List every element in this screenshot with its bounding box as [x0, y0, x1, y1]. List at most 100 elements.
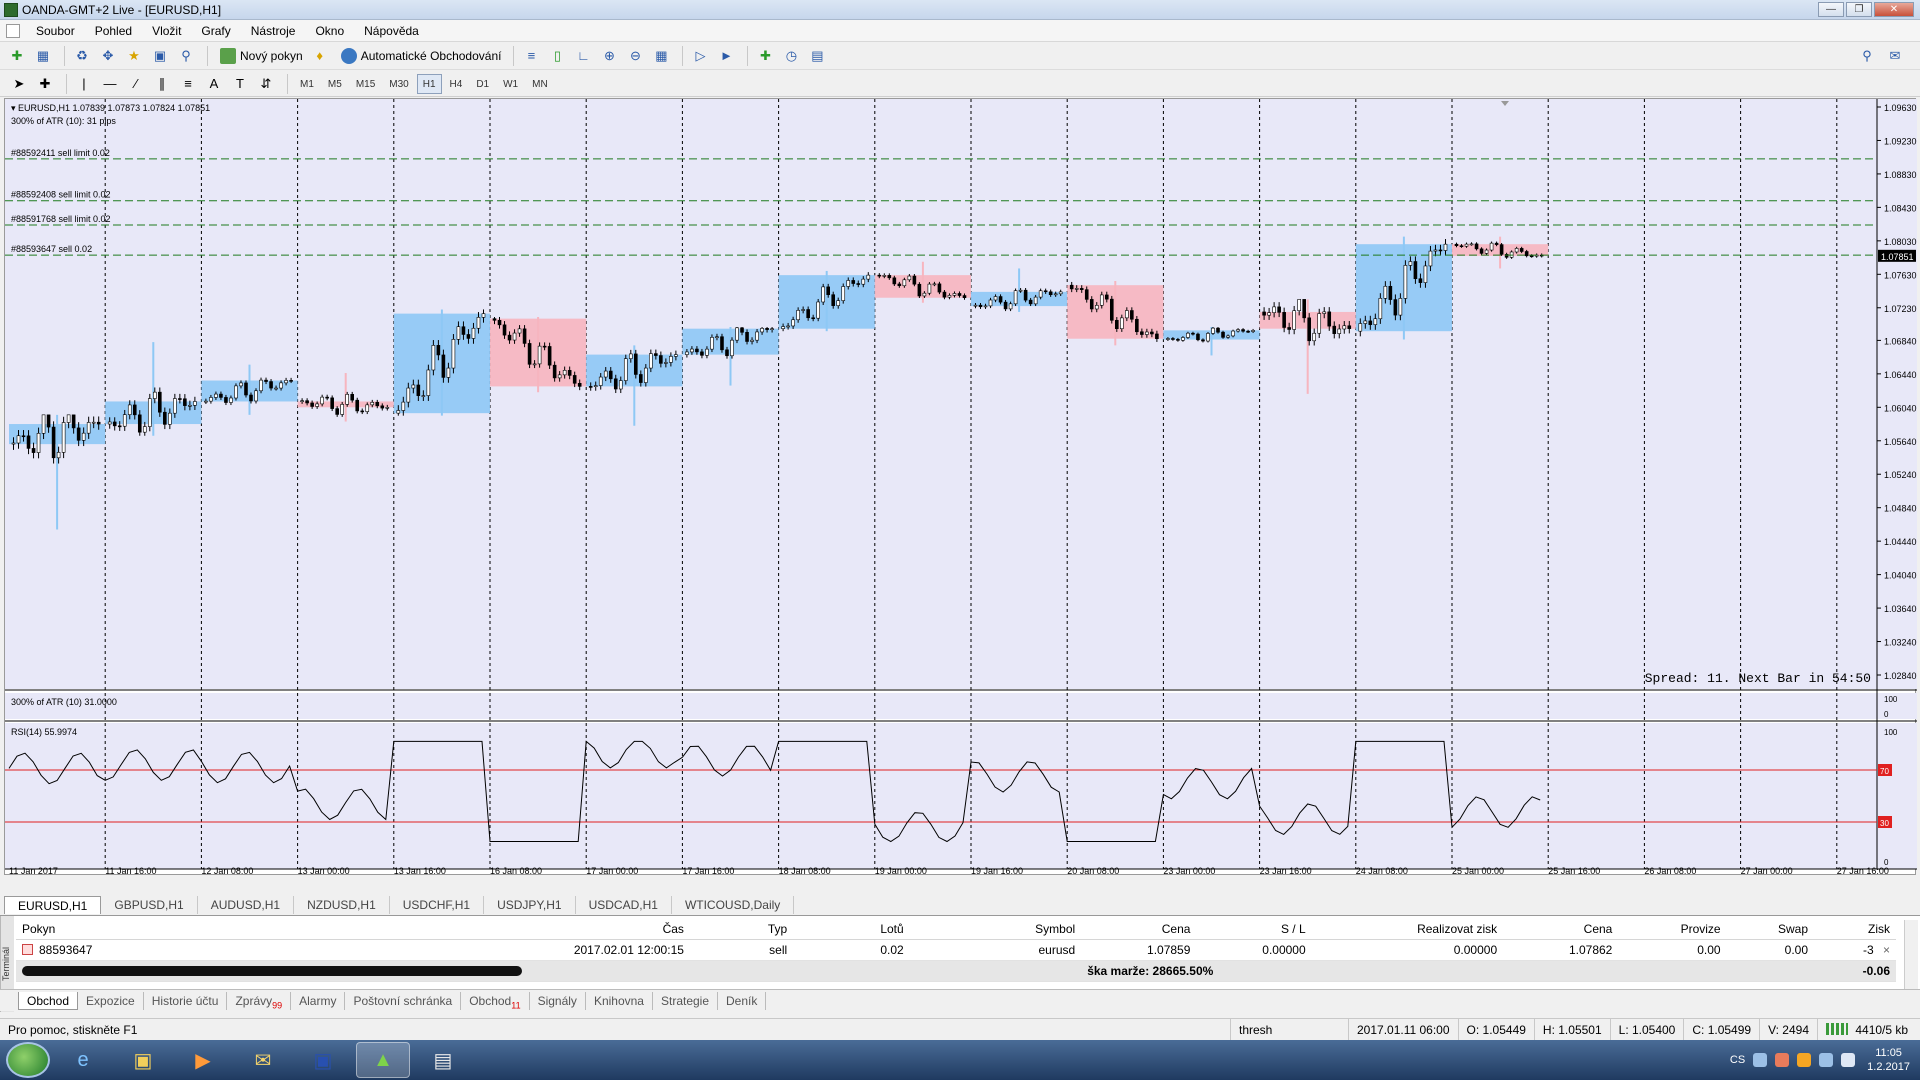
- search-icon[interactable]: ⚲: [1856, 45, 1878, 67]
- menu-grafy[interactable]: Grafy: [191, 24, 240, 38]
- timeframe-m30[interactable]: M30: [383, 74, 414, 94]
- auto-trading-button[interactable]: Automatické Obchodování: [335, 45, 508, 67]
- order-sl[interactable]: 0.00000: [1196, 939, 1312, 961]
- autoscroll-icon[interactable]: ▷: [689, 45, 711, 67]
- menu-vlozit[interactable]: Vložit: [142, 24, 191, 38]
- chart-tab-eurusd[interactable]: EURUSD,H1: [4, 896, 102, 914]
- column-header[interactable]: Zisk: [1814, 920, 1896, 940]
- indicators-icon[interactable]: ✚: [754, 45, 776, 67]
- menu-pohled[interactable]: Pohled: [85, 24, 142, 38]
- timeframe-d1[interactable]: D1: [470, 74, 495, 94]
- terminal-tab[interactable]: Zprávy99: [227, 991, 292, 1010]
- timeframe-w1[interactable]: W1: [497, 74, 524, 94]
- mail-icon[interactable]: ✉: [236, 1042, 290, 1078]
- column-header[interactable]: Swap: [1726, 920, 1815, 940]
- column-header[interactable]: Cena: [1503, 920, 1619, 940]
- start-button[interactable]: [6, 1042, 50, 1078]
- column-header[interactable]: Realizovat zisk: [1311, 920, 1504, 940]
- terminal-icon[interactable]: ▣: [149, 45, 171, 67]
- zoom-out-icon[interactable]: ⊖: [624, 45, 646, 67]
- menu-napoveda[interactable]: Nápověda: [354, 24, 429, 38]
- chat-icon[interactable]: ✉: [1884, 45, 1906, 67]
- cursor-icon[interactable]: ➤: [8, 73, 30, 95]
- minimize-button[interactable]: —: [1818, 2, 1844, 17]
- menu-nastroje[interactable]: Nástroje: [241, 24, 306, 38]
- text-label-icon[interactable]: T: [229, 73, 251, 95]
- timeframe-h1[interactable]: H1: [416, 73, 442, 94]
- document-app-icon[interactable]: ▤: [416, 1042, 470, 1078]
- save-app-icon[interactable]: ▣: [296, 1042, 350, 1078]
- close-order-icon[interactable]: ×: [1883, 943, 1890, 957]
- order-tp[interactable]: 0.00000: [1311, 939, 1504, 961]
- column-header[interactable]: Čas: [287, 920, 690, 940]
- metaeditor-icon[interactable]: ♦: [309, 45, 331, 67]
- navigator-icon[interactable]: ★: [123, 45, 145, 67]
- horizontal-line-icon[interactable]: —: [99, 73, 121, 95]
- media-player-icon[interactable]: ▶: [176, 1042, 230, 1078]
- timeframe-m5[interactable]: M5: [322, 74, 348, 94]
- language-indicator[interactable]: CS: [1730, 1054, 1745, 1066]
- display-icon[interactable]: [1819, 1053, 1834, 1067]
- action-center-icon[interactable]: [1775, 1053, 1790, 1067]
- crosshair-icon[interactable]: ✚: [34, 73, 56, 95]
- column-header[interactable]: Cena: [1081, 920, 1197, 940]
- chart-tab-usdjpy[interactable]: USDJPY,H1: [484, 896, 576, 914]
- terminal-tab[interactable]: Alarmy: [291, 991, 346, 1010]
- network-icon[interactable]: [1753, 1053, 1768, 1067]
- strategy-tester-icon[interactable]: ⚲: [175, 45, 197, 67]
- column-header[interactable]: Provize: [1618, 920, 1727, 940]
- arrows-icon[interactable]: ⇵: [255, 73, 277, 95]
- timeframe-m15[interactable]: M15: [350, 74, 381, 94]
- clock[interactable]: 11:05 1.2.2017: [1867, 1046, 1910, 1074]
- bar-chart-icon[interactable]: ≡: [520, 45, 542, 67]
- timeframe-m1[interactable]: M1: [294, 74, 320, 94]
- column-header[interactable]: Symbol: [909, 920, 1082, 940]
- zoom-in-icon[interactable]: ⊕: [598, 45, 620, 67]
- line-chart-icon[interactable]: ∟: [572, 45, 594, 67]
- column-header[interactable]: Typ: [689, 920, 794, 940]
- menu-soubor[interactable]: Soubor: [26, 24, 85, 38]
- antivirus-icon[interactable]: [1797, 1053, 1812, 1067]
- chart-window-icon[interactable]: [6, 23, 20, 38]
- chart-tab-gbpusd[interactable]: GBPUSD,H1: [101, 896, 198, 914]
- timeframe-mn[interactable]: MN: [526, 74, 554, 94]
- terminal-tab[interactable]: Obchod11: [461, 991, 530, 1010]
- column-header[interactable]: Lotů: [793, 920, 910, 940]
- file-explorer-icon[interactable]: ▣: [116, 1042, 170, 1078]
- data-window-icon[interactable]: ✥: [97, 45, 119, 67]
- templates-icon[interactable]: ▤: [806, 45, 828, 67]
- terminal-tab[interactable]: Signály: [530, 991, 586, 1010]
- chart-tab-nzdusd[interactable]: NZDUSD,H1: [294, 896, 390, 914]
- close-button[interactable]: ✕: [1874, 2, 1914, 17]
- market-watch-icon[interactable]: ♻: [71, 45, 93, 67]
- fibonacci-icon[interactable]: ≡: [177, 73, 199, 95]
- channel-icon[interactable]: ∥: [151, 73, 173, 95]
- price-chart[interactable]: 1.09630 1.09230 1.08830 1.08430 1.08030 1.076…: [5, 99, 1917, 876]
- table-row[interactable]: 88593647 2017.02.01 12:00:15 sell 0.02 e…: [16, 939, 1896, 961]
- chart-tab-usdcad[interactable]: USDCAD,H1: [576, 896, 672, 914]
- periods-icon[interactable]: ◷: [780, 45, 802, 67]
- column-header[interactable]: S / L: [1196, 920, 1312, 940]
- timeframe-h4[interactable]: H4: [444, 74, 469, 94]
- trendline-icon[interactable]: ∕: [125, 73, 147, 95]
- profiles-icon[interactable]: ▦: [32, 45, 54, 67]
- chart-tab-usdchf[interactable]: USDCHF,H1: [390, 896, 485, 914]
- chart-shift-icon[interactable]: ►: [715, 45, 737, 67]
- maximize-button[interactable]: ❐: [1846, 2, 1872, 17]
- terminal-tab[interactable]: Historie účtu: [144, 991, 228, 1010]
- metatrader-icon[interactable]: ▲: [356, 1042, 410, 1078]
- candlestick-icon[interactable]: ▯: [546, 45, 568, 67]
- terminal-tab[interactable]: Strategie: [653, 991, 719, 1010]
- internet-explorer-icon[interactable]: e: [56, 1042, 110, 1078]
- new-chart-icon[interactable]: ✚: [6, 45, 28, 67]
- text-icon[interactable]: A: [203, 73, 225, 95]
- terminal-tab[interactable]: Poštovní schránka: [345, 991, 462, 1010]
- terminal-tab[interactable]: Knihovna: [586, 991, 653, 1010]
- terminal-tab[interactable]: Deník: [718, 991, 767, 1010]
- chart-tab-audusd[interactable]: AUDUSD,H1: [198, 896, 295, 914]
- terminal-tab[interactable]: Expozice: [78, 991, 144, 1010]
- volume-icon[interactable]: [1841, 1053, 1856, 1067]
- terminal-tab[interactable]: Obchod: [18, 991, 79, 1010]
- tile-windows-icon[interactable]: ▦: [650, 45, 672, 67]
- column-header[interactable]: Pokyn: [16, 920, 288, 940]
